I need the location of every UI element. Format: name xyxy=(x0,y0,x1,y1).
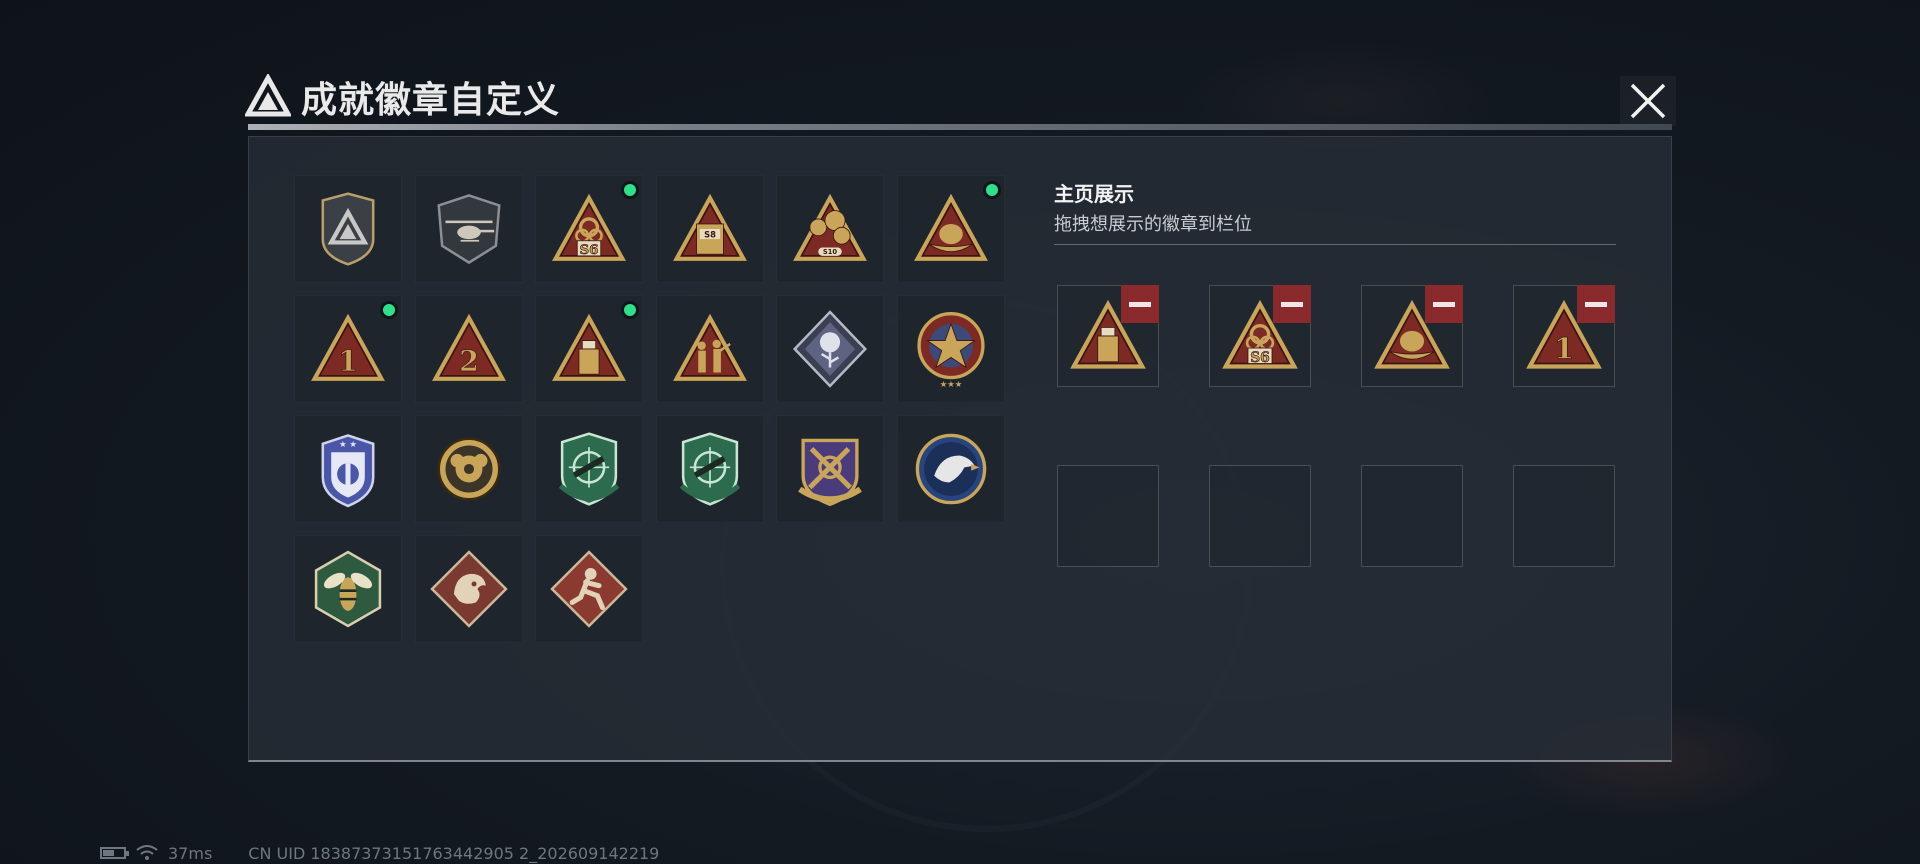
showcase-slot[interactable]: S6 xyxy=(1209,285,1311,387)
number-one-triangle-badge-icon: 1 xyxy=(311,313,385,381)
close-button[interactable] xyxy=(1620,76,1676,126)
badge-cell[interactable] xyxy=(896,175,1005,283)
badge-cell[interactable]: S10 xyxy=(776,175,884,283)
svg-text:1: 1 xyxy=(338,344,358,378)
biohazard-s6-triangle-badge-icon: S6 xyxy=(552,193,626,261)
silver-rose-diamond-badge-icon xyxy=(792,310,868,388)
svg-text:S8: S8 xyxy=(704,229,716,239)
dragon-diamond-badge-icon xyxy=(429,550,508,628)
soldiers-triangle-badge-icon xyxy=(672,313,747,381)
minus-icon xyxy=(1585,301,1607,307)
badge-cell[interactable] xyxy=(655,415,764,523)
remove-badge-button[interactable] xyxy=(1425,285,1463,323)
svg-text:S10: S10 xyxy=(823,248,838,256)
flower-s10-triangle-badge-icon: S10 xyxy=(793,193,867,261)
wasp-hexagon-badge-icon xyxy=(314,550,382,628)
svg-text:★ ★: ★ ★ xyxy=(339,439,357,449)
new-indicator-dot xyxy=(982,181,1001,199)
badge-cell[interactable]: S8 xyxy=(655,175,764,283)
badge-cell[interactable] xyxy=(414,535,523,643)
new-indicator-dot xyxy=(380,301,398,319)
badge-cell[interactable] xyxy=(294,535,402,643)
showcase-title: 主页展示 xyxy=(1054,182,1134,206)
battery-icon xyxy=(100,847,129,859)
helicopter-shield-badge-icon xyxy=(436,194,501,265)
showcase-subtitle: 拖拽想展示的徽章到栏位 xyxy=(1054,214,1252,235)
badge-cell[interactable] xyxy=(535,535,643,643)
showcase-divider xyxy=(1054,244,1616,245)
empty-showcase-slot[interactable] xyxy=(1361,465,1463,567)
remove-badge-button[interactable] xyxy=(1121,285,1159,323)
green-rifle-shield-badge-alt-icon xyxy=(679,432,740,506)
star-medal-round-badge-icon: ★★★ xyxy=(916,312,985,389)
svg-text:2: 2 xyxy=(459,344,479,378)
minus-icon xyxy=(1281,301,1303,307)
green-rifle-shield-badge-icon xyxy=(558,432,620,506)
svg-text:S6: S6 xyxy=(579,242,598,258)
svg-text:S6: S6 xyxy=(1250,350,1270,366)
remove-badge-button[interactable] xyxy=(1273,285,1311,323)
badge-cell[interactable] xyxy=(776,415,884,523)
bronze-gear-round-badge-icon xyxy=(437,437,500,501)
badge-cell[interactable] xyxy=(535,415,643,523)
showcase-slot[interactable] xyxy=(1057,285,1159,387)
page-title: 成就徽章自定义 xyxy=(301,80,561,121)
svg-text:1: 1 xyxy=(1554,331,1574,365)
silver-triangle-shield-badge-icon xyxy=(321,192,375,266)
wifi-icon xyxy=(136,845,158,860)
badge-cell[interactable] xyxy=(896,415,1005,523)
s8-box-triangle-badge-icon: S8 xyxy=(672,193,747,261)
status-bar: 37ms CN UID 18387373151763442905 2_20260… xyxy=(100,843,660,863)
dialog-header: 成就徽章自定义 xyxy=(245,72,560,122)
badge-cell[interactable] xyxy=(294,175,402,283)
close-icon xyxy=(1630,83,1666,119)
badge-cell[interactable] xyxy=(535,295,643,403)
showcase-slot[interactable] xyxy=(1361,285,1463,387)
badge-cell[interactable] xyxy=(655,295,764,403)
new-indicator-dot xyxy=(621,181,639,199)
badge-cell[interactable]: 2 xyxy=(414,295,523,403)
badge-cell[interactable]: S6 xyxy=(535,175,643,283)
badge-cell[interactable] xyxy=(414,175,523,283)
remove-badge-button[interactable] xyxy=(1577,285,1615,323)
badge-cell[interactable] xyxy=(414,415,523,523)
usb-drive-triangle-badge-icon xyxy=(552,313,626,381)
badge-cell[interactable]: ★★★ xyxy=(896,295,1005,403)
nest-egg-triangle-badge-icon xyxy=(913,193,988,261)
empty-showcase-slot[interactable] xyxy=(1513,465,1615,567)
runner-diamond-badge-icon xyxy=(550,550,628,628)
eagle-round-badge-icon xyxy=(915,433,986,505)
empty-showcase-slot[interactable] xyxy=(1057,465,1159,567)
badge-cell[interactable]: 1 xyxy=(294,295,402,403)
user-uid: CN UID 18387373151763442905 2_2026091422… xyxy=(248,843,660,863)
badge-cell[interactable] xyxy=(776,295,884,403)
header-divider xyxy=(248,124,1672,130)
triangle-emblem-icon xyxy=(245,74,291,117)
minus-icon xyxy=(1433,301,1455,307)
blue-shield-star-badge-icon: ★ ★ xyxy=(321,434,375,508)
minus-icon xyxy=(1129,301,1151,307)
showcase-slot[interactable]: 1 xyxy=(1513,285,1615,387)
svg-text:★★★: ★★★ xyxy=(939,379,962,389)
crossed-swords-purple-badge-icon xyxy=(798,438,862,507)
ping-value: 37ms xyxy=(168,843,213,863)
empty-showcase-slot[interactable] xyxy=(1209,465,1311,567)
number-two-triangle-badge-icon: 2 xyxy=(431,313,506,381)
new-indicator-dot xyxy=(621,301,639,319)
badge-cell[interactable]: ★ ★ xyxy=(294,415,402,523)
